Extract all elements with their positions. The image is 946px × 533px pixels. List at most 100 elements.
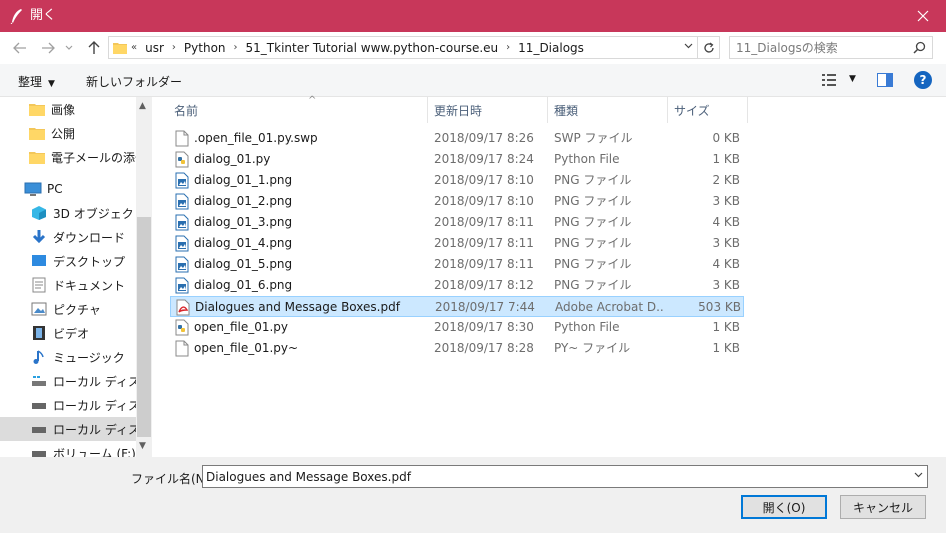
back-button[interactable]	[10, 38, 30, 58]
file-row[interactable]: dialog_01.py 2018/09/17 8:24 Python File 1 …	[170, 149, 744, 170]
breadcrumb-item[interactable]: usr	[145, 41, 164, 55]
bottom-panel: ファイル名(N): 開く(O) キャンセル	[0, 457, 946, 533]
sidebar-item-public[interactable]: 公開	[0, 121, 136, 145]
breadcrumb-item[interactable]: 51_Tkinter Tutorial www.python-course.eu	[246, 41, 499, 55]
file-type: PY~ ファイル	[554, 341, 631, 355]
pictures-icon	[30, 301, 48, 317]
file-size: 1 KB	[712, 152, 740, 166]
file-date: 2018/09/17 8:30	[434, 320, 534, 334]
music-icon	[30, 349, 48, 365]
file-row[interactable]: dialog_01_1.png 2018/09/17 8:10 PNG ファイル 2 …	[170, 170, 744, 191]
file-date: 2018/09/17 8:11	[434, 215, 534, 229]
file-name: open_file_01.py~	[194, 341, 299, 355]
column-header-date[interactable]: 更新日時	[428, 97, 548, 123]
breadcrumb-item[interactable]: 11_Dialogs	[518, 41, 584, 55]
window-title: 開く	[30, 8, 57, 23]
sidebar-item-3d-objects[interactable]: 3D オブジェクト	[0, 201, 136, 225]
sidebar-item-downloads[interactable]: ダウンロード	[0, 225, 136, 249]
python-file-icon	[175, 319, 189, 336]
image-file-icon	[175, 277, 189, 294]
scroll-up-icon[interactable]: ▲	[139, 101, 146, 111]
breadcrumb-overflow[interactable]: «	[131, 42, 137, 53]
file-size: 0 KB	[712, 131, 740, 145]
file-row[interactable]: dialog_01_6.png 2018/09/17 8:12 PNG ファイル 3 …	[170, 275, 744, 296]
file-row[interactable]: Dialogues and Message Boxes.pdf 2018/09/1…	[170, 296, 744, 317]
folder-cloud-icon	[28, 149, 46, 165]
file-row[interactable]: dialog_01_4.png 2018/09/17 8:11 PNG ファイル 3 …	[170, 233, 744, 254]
file-type: PNG ファイル	[554, 173, 632, 187]
scroll-down-icon[interactable]: ▼	[139, 441, 146, 451]
column-header-size[interactable]: サイズ	[668, 97, 748, 123]
sidebar-item-videos[interactable]: ビデオ	[0, 321, 136, 345]
chevron-down-icon[interactable]	[914, 472, 923, 478]
file-row[interactable]: .open_file_01.py.swp 2018/09/17 8:26 SWP フ…	[170, 128, 744, 149]
close-button[interactable]	[900, 0, 946, 32]
sidebar-item-music[interactable]: ミュージック	[0, 345, 136, 369]
file-row[interactable]: dialog_01_5.png 2018/09/17 8:11 PNG ファイル 4 …	[170, 254, 744, 275]
drive-icon	[30, 445, 48, 457]
recent-locations-button[interactable]	[62, 38, 76, 58]
organize-button[interactable]: 整理 ▼	[18, 73, 55, 90]
chevron-right-icon[interactable]: ›	[234, 42, 238, 53]
refresh-button[interactable]	[698, 36, 720, 59]
breadcrumb-item[interactable]: Python	[184, 41, 226, 55]
file-row[interactable]: dialog_01_2.png 2018/09/17 8:10 PNG ファイル 3 …	[170, 191, 744, 212]
column-header-name[interactable]: 名前 ^	[168, 95, 428, 123]
column-header-type[interactable]: 種類	[548, 97, 668, 123]
sidebar-item-local-disk-1[interactable]: ローカル ディスク (	[0, 369, 136, 393]
file-date: 2018/09/17 8:24	[434, 152, 534, 166]
forward-button[interactable]	[38, 38, 58, 58]
folder-cloud-icon	[28, 101, 46, 117]
file-size: 3 KB	[712, 278, 740, 292]
filename-combobox[interactable]	[202, 465, 928, 488]
chevron-down-icon[interactable]	[684, 43, 693, 49]
file-type: PNG ファイル	[554, 278, 632, 292]
python-file-icon	[175, 151, 189, 168]
preview-pane-icon[interactable]	[877, 73, 893, 87]
feather-icon	[10, 9, 22, 24]
search-input[interactable]	[730, 37, 900, 58]
command-toolbar: 整理 ▼ 新しいフォルダー ▼ ?	[0, 64, 946, 97]
file-name: dialog_01_6.png	[194, 278, 293, 292]
view-dropdown-icon[interactable]: ▼	[849, 74, 856, 84]
file-row[interactable]: open_file_01.py 2018/09/17 8:30 Python Fil…	[170, 317, 744, 338]
up-button[interactable]	[84, 38, 104, 58]
arrow-left-icon	[13, 42, 26, 54]
search-icon[interactable]	[913, 41, 926, 54]
navigation-scrollbar[interactable]: ▲ ▼	[136, 97, 152, 457]
filename-input[interactable]	[203, 466, 903, 487]
sidebar-item-pictures[interactable]: ピクチャ	[0, 297, 136, 321]
new-folder-button[interactable]: 新しいフォルダー	[86, 73, 182, 90]
arrow-up-icon	[88, 41, 100, 54]
file-list: 名前 ^ 更新日時 種類 サイズ .open_file_01.py.swp 201…	[152, 95, 946, 457]
cancel-button[interactable]: キャンセル	[840, 495, 926, 519]
file-size: 4 KB	[712, 257, 740, 271]
sidebar-item-pc[interactable]: PC	[0, 177, 136, 201]
computer-icon	[24, 181, 42, 197]
search-box[interactable]	[729, 36, 933, 59]
chevron-right-icon[interactable]: ›	[506, 42, 510, 53]
open-button[interactable]: 開く(O)	[741, 495, 827, 519]
sidebar-item-local-disk-2[interactable]: ローカル ディスク (	[0, 393, 136, 417]
image-file-icon	[175, 256, 189, 273]
file-date: 2018/09/17 8:12	[434, 278, 534, 292]
sidebar-item-desktop[interactable]: デスクトップ	[0, 249, 136, 273]
sidebar-item-email-attachments[interactable]: 電子メールの添付	[0, 145, 136, 169]
chevron-right-icon[interactable]: ›	[172, 42, 176, 53]
sidebar-item-local-disk-3[interactable]: ローカル ディスク (	[0, 417, 136, 441]
close-icon	[917, 10, 929, 22]
scrollbar-thumb[interactable]	[137, 217, 151, 437]
file-row[interactable]: open_file_01.py~ 2018/09/17 8:28 PY~ ファイル 1…	[170, 338, 744, 359]
help-icon[interactable]: ?	[914, 71, 932, 89]
sort-ascending-icon: ^	[308, 95, 317, 106]
file-type: PNG ファイル	[554, 215, 632, 229]
file-type: Adobe Acrobat D...	[555, 300, 665, 314]
sidebar-item-documents[interactable]: ドキュメント	[0, 273, 136, 297]
title-bar: 開く	[0, 0, 946, 32]
sidebar-item-images[interactable]: 画像	[0, 97, 136, 121]
sidebar-item-volume-f[interactable]: ボリューム (F:)	[0, 441, 136, 457]
file-row[interactable]: dialog_01_3.png 2018/09/17 8:11 PNG ファイル 4 …	[170, 212, 744, 233]
view-options-icon[interactable]	[822, 73, 838, 87]
address-bar[interactable]: « usr › Python › 51_Tkinter Tutorial www…	[108, 36, 698, 59]
cube-3d-icon	[30, 205, 48, 221]
